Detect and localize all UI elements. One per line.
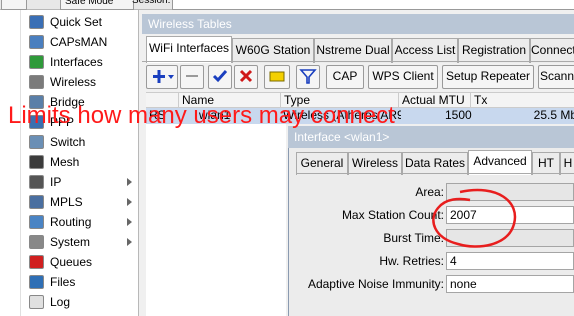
adaptive-noise-immunity-label: Adaptive Noise Immunity: — [307, 277, 444, 291]
sidebar-item-files[interactable]: Files — [0, 272, 139, 292]
sidebar-item-label: MPLS — [50, 195, 83, 209]
queues-icon — [29, 255, 44, 269]
sidebar-item-capsman[interactable]: CAPsMAN — [0, 32, 139, 52]
adaptive-noise-immunity-select[interactable]: none — [446, 275, 574, 293]
tab-divider — [142, 61, 574, 62]
remove-button[interactable] — [180, 65, 204, 89]
dtab-wireless[interactable]: Wireless — [348, 152, 402, 175]
mesh-icon — [29, 155, 44, 169]
check-icon — [212, 70, 228, 83]
disable-button[interactable] — [234, 65, 258, 89]
row-tx: 25.5 Mb — [533, 108, 574, 122]
filter-icon — [299, 69, 317, 84]
wireless-icon — [29, 75, 44, 89]
files-icon — [29, 275, 44, 289]
annotation-circle — [432, 188, 517, 248]
scanner-button[interactable]: Scann — [538, 65, 574, 89]
comment-icon — [269, 71, 285, 82]
mpls-icon — [29, 195, 44, 209]
sidebar-item-interfaces[interactable]: Interfaces — [0, 52, 139, 72]
cross-icon — [239, 69, 253, 83]
tab-access-list[interactable]: Access List — [392, 38, 458, 63]
sidebar-item-label: IP — [50, 175, 62, 189]
sidebar-item-mesh[interactable]: Mesh — [0, 152, 139, 172]
session-label: Session: — [132, 0, 171, 6]
session-field[interactable] — [172, 0, 574, 10]
sidebar-item-label: Routing — [50, 215, 92, 229]
interfaces-icon — [29, 55, 44, 69]
tab-w60g-station[interactable]: W60G Station — [232, 38, 314, 63]
ip-icon — [29, 175, 44, 189]
sidebar-item-routing[interactable]: Routing — [0, 212, 139, 232]
sidebar-item-label: Files — [50, 275, 76, 289]
top-toolbar: Safe Mode Session: — [0, 0, 574, 10]
sidebar-item-ip[interactable]: IP — [0, 172, 139, 192]
dtab-data-rates[interactable]: Data Rates — [402, 152, 468, 175]
sidebar-item-queues[interactable]: Queues — [0, 252, 139, 272]
sidebar-item-log[interactable]: Log — [0, 292, 139, 312]
sidebar-item-label: Mesh — [50, 155, 80, 169]
dtab-ht[interactable]: HT — [532, 152, 560, 175]
log-icon — [29, 295, 44, 309]
tab-wifi-interfaces[interactable]: WiFi Interfaces — [146, 36, 232, 63]
window-title: Wireless Tables — [142, 14, 574, 34]
capsman-icon — [29, 35, 44, 49]
sidebar-item-label: Wireless — [50, 75, 97, 89]
enable-button[interactable] — [208, 65, 232, 89]
sidebar-item-system[interactable]: System — [0, 232, 139, 252]
dtab-more[interactable]: H — [560, 152, 574, 175]
safe-mode-button[interactable]: Safe Mode — [60, 0, 134, 10]
routing-icon — [29, 215, 44, 229]
cap-button[interactable]: CAP — [326, 65, 364, 89]
sidebar-item-label: Quick Set — [50, 15, 103, 29]
switch-icon — [29, 135, 44, 149]
comment-button[interactable] — [264, 65, 290, 89]
sidebar-item-label: System — [50, 235, 91, 249]
sidebar: Quick Set CAPsMAN Interfaces Wireless Bridge… — [0, 10, 139, 316]
sidebar-item-label: Log — [50, 295, 71, 309]
tab-registration[interactable]: Registration — [458, 38, 530, 63]
dtab-advanced[interactable]: Advanced — [468, 150, 532, 175]
plus-icon — [153, 70, 174, 83]
add-button[interactable] — [146, 65, 178, 89]
filter-button[interactable] — [296, 65, 320, 89]
sidebar-item-quick-set[interactable]: Quick Set — [0, 12, 139, 32]
chevron-right-icon — [127, 218, 132, 226]
table-body — [146, 124, 286, 316]
sidebar-item-label: Switch — [50, 135, 86, 149]
tab-connect[interactable]: Connect — [530, 38, 574, 63]
sidebar-item-label: Queues — [50, 255, 93, 269]
sidebar-item-wireless[interactable]: Wireless — [0, 72, 139, 92]
sidebar-item-switch[interactable]: Switch — [0, 132, 139, 152]
tab-nstreme-dual[interactable]: Nstreme Dual — [314, 38, 392, 63]
system-icon — [29, 235, 44, 249]
setup-repeater-button[interactable]: Setup Repeater — [442, 65, 534, 89]
chevron-right-icon — [127, 238, 132, 246]
undo-button[interactable] — [1, 0, 27, 10]
chevron-right-icon — [127, 178, 132, 186]
sidebar-item-label: Interfaces — [50, 55, 103, 69]
dialog-tab-divider — [296, 173, 574, 174]
chevron-right-icon — [127, 198, 132, 206]
annotation-text: Limits how many users may connect — [8, 102, 395, 129]
sidebar-item-mpls[interactable]: MPLS — [0, 192, 139, 212]
wps-client-button[interactable]: WPS Client — [368, 65, 438, 89]
quick-set-icon — [29, 15, 44, 29]
dtab-general[interactable]: General — [296, 152, 348, 175]
sidebar-item-label: CAPsMAN — [50, 35, 108, 49]
minus-icon — [186, 75, 198, 77]
